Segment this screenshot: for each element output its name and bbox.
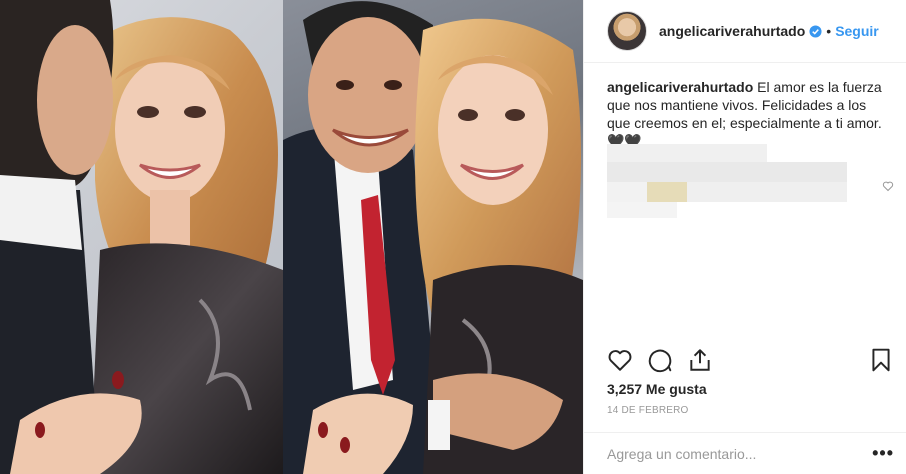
caption-username[interactable]: angelicariverahurtado — [607, 79, 753, 95]
comment-bar: ••• — [584, 432, 906, 474]
comment-icon[interactable] — [647, 347, 673, 373]
photo-left-illustration — [0, 0, 283, 474]
verified-badge-icon — [809, 24, 822, 38]
heart-icon[interactable] — [607, 347, 633, 373]
post-sidebar: angelicariverahurtado • Seguir angelicar… — [583, 0, 906, 474]
photo-left-panel — [0, 0, 283, 474]
caption-area: angelicariverahurtado El amor es la fuer… — [584, 63, 906, 338]
post-date: 14 DE FEBRERO — [607, 405, 689, 416]
blurred-comment — [607, 144, 847, 218]
more-options-icon[interactable]: ••• — [872, 443, 894, 464]
photo-right-illustration — [283, 1, 583, 474]
caption: angelicariverahurtado El amor es la fuer… — [607, 78, 890, 150]
separator-dot: • — [826, 23, 832, 39]
post-photo[interactable] — [0, 0, 583, 474]
avatar[interactable] — [607, 11, 647, 51]
photo-right-panel — [283, 0, 583, 474]
bookmark-icon[interactable] — [868, 347, 894, 373]
follow-button[interactable]: Seguir — [835, 23, 879, 39]
action-bar — [607, 345, 894, 375]
likes-count[interactable]: 3,257 Me gusta — [607, 381, 707, 397]
instagram-post: angelicariverahurtado • Seguir angelicar… — [0, 0, 906, 474]
header-username[interactable]: angelicariverahurtado — [659, 23, 805, 39]
small-heart-icon[interactable] — [882, 180, 894, 192]
comment-input[interactable] — [607, 445, 873, 462]
share-icon[interactable] — [687, 347, 713, 373]
post-header: angelicariverahurtado • Seguir — [584, 0, 906, 63]
